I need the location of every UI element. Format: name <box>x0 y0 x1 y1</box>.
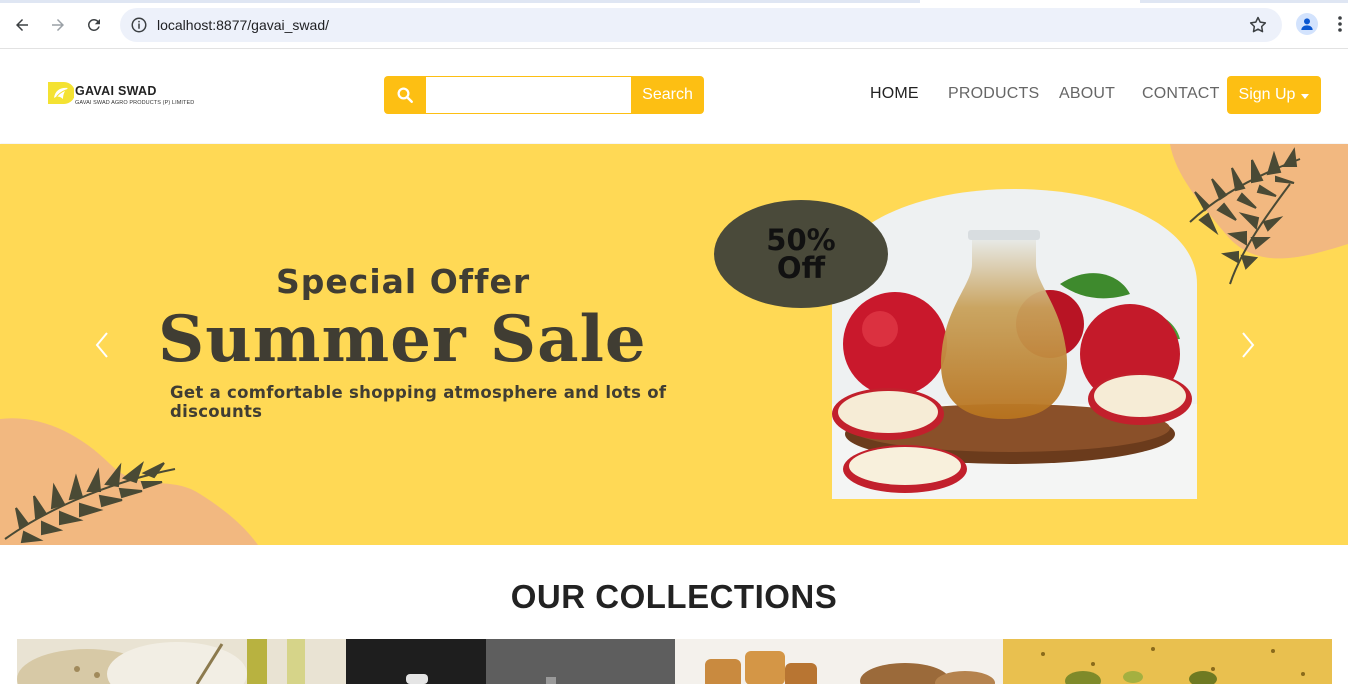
star-icon[interactable] <box>1248 15 1268 35</box>
search-icon <box>397 87 413 103</box>
badge-percent: 50% <box>766 223 836 257</box>
chevron-left-icon[interactable] <box>92 330 112 360</box>
signup-label: Sign Up <box>1238 86 1296 103</box>
tab-strip-edge <box>0 0 1348 3</box>
nav-products[interactable]: PRODUCTS <box>948 85 1039 103</box>
collection-tile-bottle[interactable] <box>345 639 675 684</box>
info-icon[interactable] <box>130 16 148 34</box>
hero-pretitle: Special Offer <box>276 262 531 301</box>
collection-image <box>345 639 675 684</box>
collection-tile-oil[interactable] <box>17 639 346 684</box>
signup-dropdown-button[interactable]: Sign Up <box>1227 76 1321 114</box>
site-header: GAVAI SWAD GAVAI SWAD AGRO PRODUCTS (P) … <box>0 49 1348 143</box>
collections-heading: OUR COLLECTIONS <box>510 578 838 615</box>
url-text[interactable]: localhost:8877/gavai_swad/ <box>157 17 329 33</box>
kebab-menu-icon[interactable] <box>1336 14 1344 34</box>
hero-description: Get a comfortable shopping atmosphere an… <box>170 383 667 421</box>
collection-tile-spices[interactable] <box>1003 639 1332 684</box>
hero-title: Summer Sale <box>158 302 647 377</box>
nav-contact[interactable]: CONTACT <box>1142 85 1220 103</box>
reload-button[interactable] <box>81 12 107 38</box>
collection-image <box>17 639 346 684</box>
logo-mark-icon <box>48 82 74 104</box>
arrow-left-icon <box>16 19 28 31</box>
collection-image <box>1003 639 1332 684</box>
hero-carousel: 50% Off Special Offer Summer Sale Get a … <box>0 144 1348 545</box>
brand-logo[interactable]: GAVAI SWAD GAVAI SWAD AGRO PRODUCTS (P) … <box>46 80 206 110</box>
nav-about[interactable]: ABOUT <box>1059 85 1115 103</box>
browser-toolbar: localhost:8877/gavai_swad/ <box>0 0 1348 49</box>
search-icon-box <box>384 76 426 114</box>
chevron-right-icon[interactable] <box>1238 330 1258 360</box>
caret-down-icon <box>1301 93 1310 99</box>
search-input[interactable] <box>426 76 631 114</box>
profile-icon <box>1301 18 1313 30</box>
forward-button[interactable] <box>45 12 71 38</box>
address-bar[interactable]: localhost:8877/gavai_swad/ <box>120 8 1282 42</box>
arrow-right-icon <box>52 19 64 31</box>
collection-image <box>674 639 1004 684</box>
nav-home[interactable]: HOME <box>870 85 919 103</box>
brand-name: GAVAI SWAD <box>75 84 157 98</box>
search-group: Search <box>384 76 704 114</box>
reload-icon <box>87 18 100 31</box>
collection-grid <box>17 639 1332 684</box>
profile-button[interactable] <box>1296 13 1318 35</box>
search-button[interactable]: Search <box>631 76 704 114</box>
back-button[interactable] <box>9 12 35 38</box>
brand-subtitle: GAVAI SWAD AGRO PRODUCTS (P) LIMITED <box>75 100 195 106</box>
collection-tile-jaggery[interactable] <box>674 639 1004 684</box>
badge-off: Off <box>776 251 826 285</box>
discount-badge: 50% Off <box>714 200 888 308</box>
